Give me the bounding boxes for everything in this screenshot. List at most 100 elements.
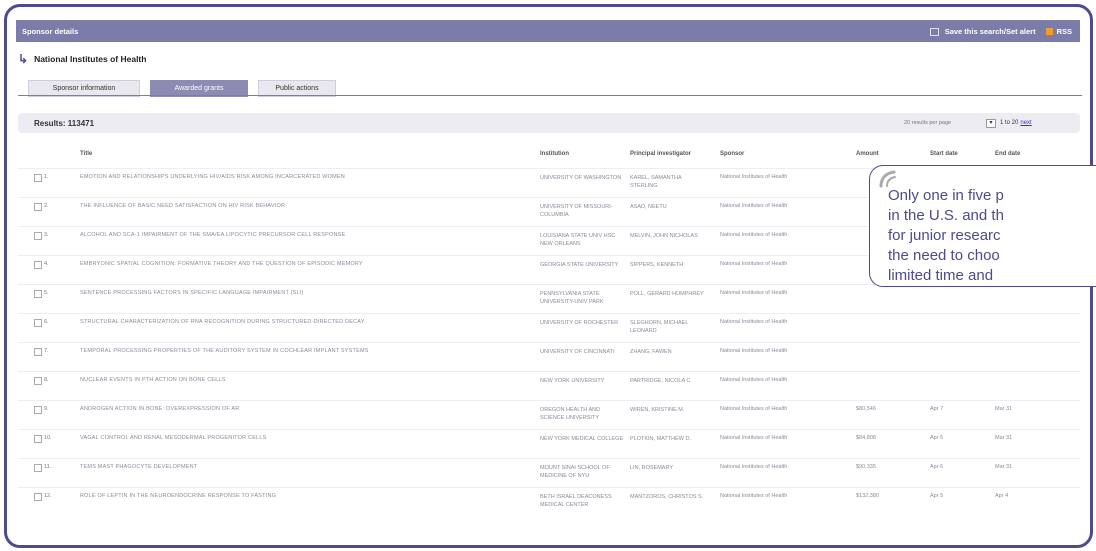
investigator-cell: SLEGHORN, MICHAEL LEONARD — [630, 320, 689, 334]
institution-cell: NEW YORK MEDICAL COLLEGE — [540, 436, 624, 442]
header-actions: Save this search/Set alert RSS — [929, 27, 1072, 36]
row-number: 5. — [44, 290, 49, 296]
per-page-select[interactable]: ▾ — [986, 119, 996, 128]
row-checkbox[interactable] — [34, 290, 42, 298]
row-checkbox[interactable] — [34, 232, 42, 240]
sponsor-cell: National Institutes of Health — [720, 493, 788, 499]
table-row[interactable]: 11. TEMS MAST PHAGOCYTE DEVELOPMENT MOUNT … — [18, 458, 1080, 486]
callout-line: the need to choo — [888, 247, 1000, 264]
row-number: 12. — [44, 493, 52, 499]
row-checkbox[interactable] — [34, 435, 42, 443]
table-row[interactable]: 12. ROLE OF LEPTIN IN THE NEUROENDOCRINE … — [18, 487, 1080, 515]
sponsor-cell: National Institutes of Health — [720, 348, 788, 354]
grant-title-link[interactable]: TEMPORAL PROCESSING PROPERTIES OF THE AU… — [80, 348, 520, 354]
row-checkbox[interactable] — [34, 377, 42, 385]
col-title[interactable]: Title — [80, 151, 92, 157]
row-checkbox[interactable] — [34, 203, 42, 211]
rss-icon[interactable] — [1045, 28, 1053, 35]
institution-cell: LOUISIANA STATE UNIV HSC NEW ORLEANS — [540, 233, 616, 247]
per-page-label: 20 results per page — [904, 120, 952, 126]
sponsor-details-header: Sponsor details Save this search/Set ale… — [16, 20, 1080, 42]
grant-title-link[interactable]: EMBRYONIC SPATIAL COGNITION: FORMATIVE T… — [80, 261, 520, 267]
col-start-date[interactable]: Start date — [930, 151, 958, 157]
sponsor-cell: National Institutes of Health — [720, 203, 788, 209]
grant-title-link[interactable]: ALCOHOL AND SCA-1 IMPAIRMENT OF THE SMA/… — [80, 232, 520, 238]
grant-title-link[interactable]: STRUCTURAL CHARACTERIZATION OF RNA RECOG… — [80, 319, 520, 325]
callout-line: for junior researc — [888, 227, 1001, 244]
start-date-cell: Apr 6 — [930, 464, 944, 470]
range-text: 1 to 20 — [1000, 120, 1019, 126]
investigator-cell: PARTRIDGE, NICOLA C. — [630, 378, 692, 384]
callout-line: limited time and — [888, 267, 994, 284]
institution-cell: OREGON HEALTH AND SCIENCE UNIVERSITY — [540, 407, 601, 421]
table-row[interactable]: 9. ANDROGEN ACTION IN BONE: OVEREXPRESSIO… — [18, 400, 1080, 428]
investigator-cell: MELVIN, JOHN NICHOLAS — [630, 233, 698, 239]
amount-cell: $132,380 — [856, 493, 879, 499]
sponsor-cell: National Institutes of Health — [720, 232, 788, 238]
callout-line: in the U.S. and th — [888, 207, 1004, 224]
investigator-cell: ZHANG, FAWEN — [630, 349, 672, 355]
grant-title-link[interactable]: EMOTION AND RELATIONSHIPS UNDERLYING HIV… — [80, 174, 520, 180]
table-row[interactable]: 8. NUCLEAR EVENTS IN PTH ACTION ON BONE C… — [18, 371, 1080, 399]
grant-title-link[interactable]: SENTENCE PROCESSING FACTORS IN SPECIFIC … — [80, 290, 520, 296]
investigator-cell: LIN, ROSEMARY — [630, 465, 673, 471]
row-number: 10. — [44, 435, 52, 441]
end-date-cell: Apr 4 — [995, 493, 1009, 499]
sponsor-name: National Institutes of Health — [34, 54, 147, 64]
amount-cell: $80,546 — [856, 406, 876, 412]
save-search-icon[interactable] — [929, 27, 939, 36]
grant-title-link[interactable]: VAGAL CONTROL AND RENAL MESODERMAL PROGE… — [80, 435, 520, 441]
start-date-cell: Apr 5 — [930, 493, 944, 499]
table-row[interactable]: 10. VAGAL CONTROL AND RENAL MESODERMAL PR… — [18, 429, 1080, 457]
rss-link[interactable]: RSS — [1057, 27, 1072, 36]
sponsor-cell: National Institutes of Health — [720, 261, 788, 267]
institution-cell: UNIVERSITY OF MISSOURI-COLUMBIA — [540, 204, 613, 218]
row-checkbox[interactable] — [34, 174, 42, 182]
table-row[interactable]: 6. STRUCTURAL CHARACTERIZATION OF RNA REC… — [18, 313, 1080, 341]
return-arrow-icon[interactable]: ↳ — [18, 52, 28, 66]
institution-cell: UNIVERSITY OF CINCINNATI — [540, 349, 615, 355]
sponsor-cell: National Institutes of Health — [720, 406, 788, 412]
row-number: 6. — [44, 319, 49, 325]
investigator-cell: ASAD, NEETU — [630, 204, 667, 210]
grant-title-link[interactable]: ROLE OF LEPTIN IN THE NEUROENDOCRINE RES… — [80, 493, 520, 499]
end-date-cell: Mar 31 — [995, 464, 1013, 470]
investigator-cell: KAREL, SAMANTHA STERLING — [630, 175, 682, 189]
institution-cell: NEW YORK UNIVERSITY — [540, 378, 605, 384]
investigator-cell: SIPPERS, KENNETH — [630, 262, 684, 268]
row-checkbox[interactable] — [34, 464, 42, 472]
institution-cell: MOUNT SINAI SCHOOL OF MEDICINE OF NYU — [540, 465, 610, 479]
row-checkbox[interactable] — [34, 493, 42, 501]
next-page-link[interactable]: next — [1020, 120, 1031, 126]
row-checkbox[interactable] — [34, 348, 42, 356]
grant-title-link[interactable]: NUCLEAR EVENTS IN PTH ACTION ON BONE CEL… — [80, 377, 520, 383]
table-row[interactable]: 7. TEMPORAL PROCESSING PROPERTIES OF THE … — [18, 342, 1080, 370]
end-date-cell: Mar 31 — [995, 435, 1013, 441]
sponsor-cell: National Institutes of Health — [720, 377, 788, 383]
sponsor-heading: ↳ National Institutes of Health — [18, 52, 146, 66]
investigator-cell: POLL, GERARD HUMPHREY — [630, 291, 704, 297]
col-sponsor[interactable]: Sponsor — [720, 151, 744, 157]
institution-cell: GEORGIA STATE UNIVERSITY — [540, 262, 619, 268]
row-checkbox[interactable] — [34, 406, 42, 414]
table-row[interactable]: 5. SENTENCE PROCESSING FACTORS IN SPECIFI… — [18, 284, 1080, 312]
grant-title-link[interactable]: ANDROGEN ACTION IN BONE: OVEREXPRESSION … — [80, 406, 520, 412]
header-title: Sponsor details — [22, 27, 79, 36]
start-date-cell: Apr 7 — [930, 406, 944, 412]
grant-title-link[interactable]: THE INFLUENCE OF BASIC NEED SATISFACTION… — [80, 203, 520, 209]
col-amount[interactable]: Amount — [856, 151, 879, 157]
sponsor-cell: National Institutes of Health — [720, 435, 788, 441]
grant-title-link[interactable]: TEMS MAST PHAGOCYTE DEVELOPMENT — [80, 464, 520, 470]
col-pi[interactable]: Principal investigator — [630, 151, 691, 157]
row-checkbox[interactable] — [34, 319, 42, 327]
row-number: 8. — [44, 377, 49, 383]
investigator-cell: WIREN, KRISTINE M. — [630, 407, 685, 413]
institution-cell: UNIVERSITY OF ROCHESTER — [540, 320, 619, 326]
col-institution[interactable]: Institution — [540, 151, 569, 157]
col-end-date[interactable]: End date — [995, 151, 1020, 157]
institution-cell: UNIVERSITY OF WASHINGTON — [540, 175, 622, 181]
save-search-link[interactable]: Save this search/Set alert — [945, 27, 1036, 36]
row-number: 1. — [44, 174, 49, 180]
callout-text: Only one in five p in the U.S. and th fo… — [888, 186, 1004, 286]
row-checkbox[interactable] — [34, 261, 42, 269]
